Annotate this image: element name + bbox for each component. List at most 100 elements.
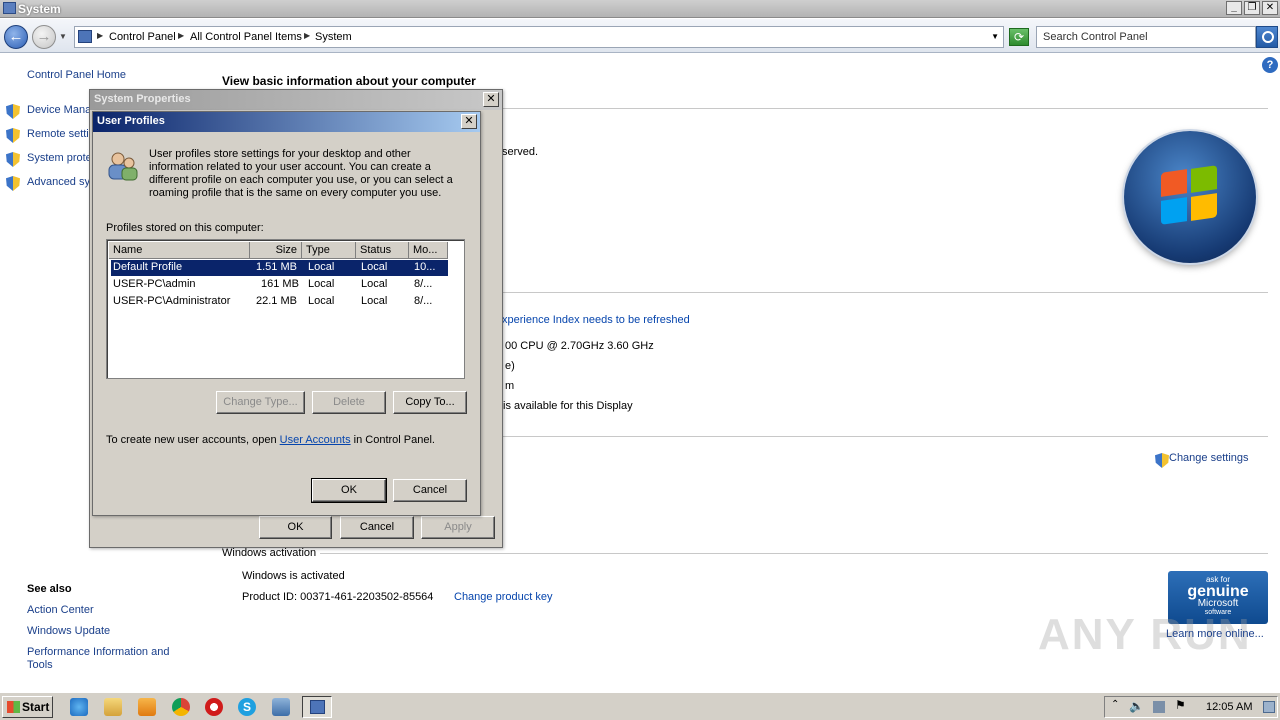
shield-icon	[6, 128, 20, 143]
remote-settings-link[interactable]: Remote setti	[27, 128, 89, 140]
divider	[500, 436, 1268, 437]
dialog-title: User Profiles	[93, 112, 480, 132]
refresh-icon[interactable]: ⟳	[1009, 28, 1029, 46]
remote-desktop-icon[interactable]	[272, 698, 290, 716]
minimize-button[interactable]: _	[1226, 1, 1242, 15]
media-player-icon[interactable]	[138, 698, 156, 716]
restore-button[interactable]: ❐	[1244, 1, 1260, 15]
window-titlebar: System _ ❐ ✕	[0, 0, 1280, 18]
activation-status: Windows is activated	[242, 570, 345, 582]
action-center-flag-icon[interactable]: ⚑	[1175, 698, 1187, 712]
learn-more-link[interactable]: Learn more online...	[1166, 628, 1264, 640]
window-controls: _ ❐ ✕	[1226, 1, 1278, 15]
table-row[interactable]: Default Profile 1.51 MB Local Local 10..…	[111, 260, 448, 276]
cancel-button[interactable]: Cancel	[393, 479, 467, 502]
shield-icon	[6, 152, 20, 167]
system-protection-link[interactable]: System prote	[27, 152, 92, 164]
skype-icon[interactable]: S	[238, 698, 256, 716]
copy-to-button[interactable]: Copy To...	[393, 391, 467, 414]
windows-logo	[1124, 131, 1256, 263]
show-hidden-icons-icon[interactable]: ⌃	[1111, 699, 1123, 711]
close-window-button[interactable]: ✕	[1262, 1, 1278, 15]
activation-heading: Windows activation	[222, 547, 317, 559]
list-header: Name Size Type Status Mo...	[109, 242, 448, 259]
table-row[interactable]: USER-PC\admin 161 MB Local Local 8/...	[111, 277, 448, 293]
system-window-task[interactable]	[302, 696, 332, 718]
pen-touch-value: is available for this Display	[503, 400, 633, 412]
search-icon[interactable]	[1256, 26, 1278, 48]
breadcrumb-separator-icon[interactable]: ▶	[304, 31, 310, 40]
profiles-list[interactable]: Name Size Type Status Mo... Default Prof…	[106, 239, 465, 379]
back-button[interactable]: ←	[4, 25, 28, 49]
ok-button[interactable]: OK	[311, 478, 387, 503]
product-id: Product ID: 00371-461-2203502-85564	[242, 591, 434, 603]
device-manager-link[interactable]: Device Mana	[27, 104, 91, 116]
breadcrumb-control-panel[interactable]: Control Panel	[109, 31, 176, 43]
delete-button[interactable]: Delete	[312, 391, 386, 414]
breadcrumb-system[interactable]: System	[315, 31, 352, 43]
divider	[500, 292, 1268, 293]
control-panel-icon	[78, 30, 92, 43]
breadcrumb-all-items[interactable]: All Control Panel Items	[190, 31, 302, 43]
shield-icon	[1155, 453, 1169, 468]
recent-pages-dropdown-icon[interactable]: ▼	[59, 32, 67, 41]
page-title: View basic information about your comput…	[222, 74, 476, 88]
apply-button[interactable]: Apply	[421, 516, 495, 539]
column-header-modified[interactable]: Mo...	[409, 242, 448, 259]
profiles-description: User profiles store settings for your de…	[149, 148, 453, 199]
see-also-heading: See also	[27, 583, 72, 595]
performance-info-link-line2[interactable]: Tools	[27, 659, 53, 671]
chrome-icon[interactable]	[172, 698, 190, 716]
network-icon[interactable]	[1153, 701, 1165, 713]
processor-value: 00 CPU @ 2.70GHz 3.60 GHz	[505, 340, 654, 352]
column-header-name[interactable]: Name	[109, 242, 250, 259]
experience-index-link[interactable]: xperience Index needs to be refreshed	[502, 314, 690, 326]
divider	[320, 553, 1268, 554]
change-product-key-link[interactable]: Change product key	[454, 591, 552, 603]
close-icon[interactable]: ✕	[483, 92, 499, 107]
shield-icon	[6, 176, 20, 191]
column-header-size[interactable]: Size	[250, 242, 302, 259]
shield-icon	[6, 104, 20, 119]
address-dropdown-icon[interactable]: ▼	[991, 32, 999, 41]
system-app-icon	[3, 2, 16, 14]
show-desktop-icon[interactable]	[1263, 701, 1275, 713]
action-center-link[interactable]: Action Center	[27, 604, 94, 616]
advanced-settings-link[interactable]: Advanced sy	[27, 176, 90, 188]
cancel-button[interactable]: Cancel	[340, 516, 414, 539]
internet-explorer-icon[interactable]	[70, 698, 88, 716]
control-panel-home-link[interactable]: Control Panel Home	[27, 69, 126, 81]
folder-icon[interactable]	[104, 698, 122, 716]
divider	[500, 108, 1268, 109]
column-header-status[interactable]: Status	[356, 242, 409, 259]
dialog-title: System Properties	[90, 90, 502, 110]
close-icon[interactable]: ✕	[461, 114, 477, 129]
user-accounts-link[interactable]: User Accounts	[280, 434, 351, 446]
profiles-list-label: Profiles stored on this computer:	[106, 222, 264, 234]
windows-update-link[interactable]: Windows Update	[27, 625, 110, 637]
performance-info-link[interactable]: Performance Information and	[27, 646, 169, 658]
clock[interactable]: 12:05 AM	[1206, 701, 1252, 713]
change-settings-link[interactable]: Change settings	[1169, 452, 1249, 464]
windows-start-icon	[7, 701, 20, 713]
volume-icon[interactable]: 🔈	[1129, 699, 1144, 713]
breadcrumb-separator-icon[interactable]: ▶	[97, 31, 103, 40]
system-type-value: m	[505, 380, 515, 392]
control-panel-icon	[310, 700, 325, 714]
ram-value: e)	[505, 360, 515, 372]
forward-button[interactable]: →	[32, 25, 56, 49]
breadcrumb-separator-icon[interactable]: ▶	[178, 31, 184, 40]
help-icon[interactable]: ?	[1262, 57, 1278, 73]
navigation-bar: ← → ▼ ▶ Control Panel ▶ All Control Pane…	[0, 19, 1280, 53]
ok-button[interactable]: OK	[259, 516, 332, 539]
change-type-button[interactable]: Change Type...	[216, 391, 305, 414]
user-profiles-icon	[108, 152, 138, 181]
search-input[interactable]: Search Control Panel	[1036, 26, 1256, 48]
column-header-type[interactable]: Type	[302, 242, 356, 259]
table-row[interactable]: USER-PC\Administrator 22.1 MB Local Loca…	[111, 294, 448, 310]
window-title: System	[18, 2, 61, 16]
address-bar[interactable]: ▶ Control Panel ▶ All Control Panel Item…	[74, 26, 1004, 48]
start-button[interactable]: Start	[2, 696, 53, 718]
opera-icon[interactable]	[205, 698, 223, 716]
copyright-text: served.	[502, 146, 539, 158]
